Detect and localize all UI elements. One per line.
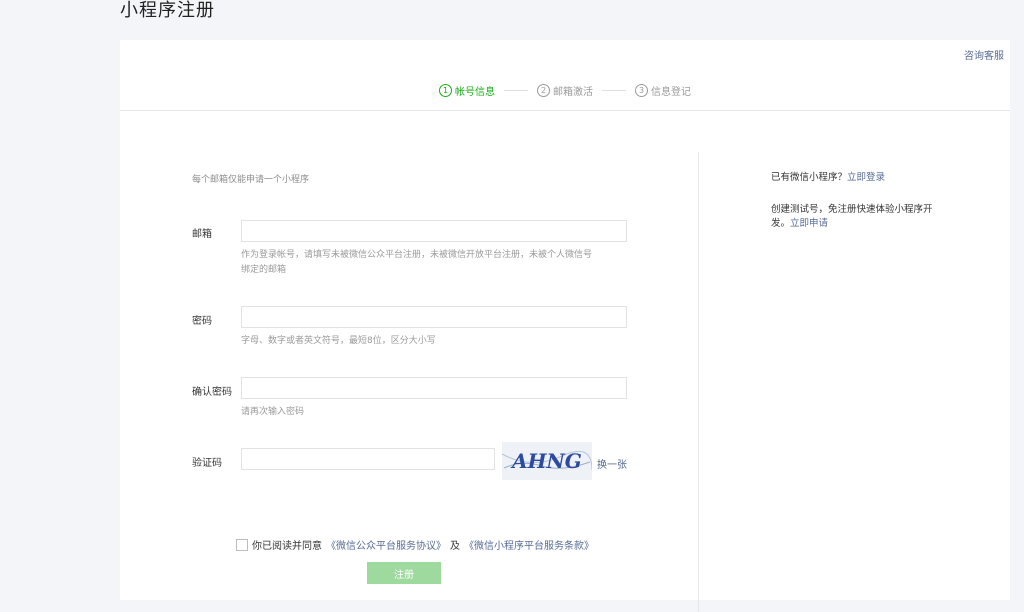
customer-service-link[interactable]: 咨询客服: [964, 47, 1004, 62]
test-account-text: 创建测试号，免注册快速体验小程序开: [771, 204, 933, 215]
captcha-field[interactable]: [241, 448, 495, 470]
step-info-register: 3 信息登记: [635, 83, 691, 98]
existing-app-note: 已有微信小程序？立即登录: [771, 171, 885, 185]
login-link[interactable]: 立即登录: [847, 172, 885, 183]
step-indicator: 1 帐号信息 2 邮箱激活 3 信息登记: [120, 83, 1010, 98]
test-account-text-end: 发。: [771, 218, 791, 229]
register-card: 咨询客服 1 帐号信息 2 邮箱激活 3 信息登记 每个邮箱仅能申请一个小程序 …: [120, 40, 1010, 612]
confirm-password-field[interactable]: [241, 377, 627, 399]
step-email-activation: 2 邮箱激活: [537, 83, 593, 98]
agreement-row: 你已阅读并同意 《微信公众平台服务协议》 及 《微信小程序平台服务条款》: [236, 537, 594, 552]
step-separator: [504, 90, 528, 91]
step-number-3: 3: [635, 84, 648, 97]
service-agreement-link[interactable]: 《微信公众平台服务协议》: [326, 537, 446, 552]
confirm-password-label: 确认密码: [192, 387, 232, 398]
header-divider: [120, 110, 1010, 111]
existing-app-text: 已有微信小程序？: [771, 172, 848, 183]
step-number-2: 2: [537, 84, 550, 97]
step-account-info: 1 帐号信息: [439, 83, 495, 98]
password-label: 密码: [192, 316, 212, 327]
email-label: 邮箱: [192, 229, 212, 240]
step-separator: [602, 90, 626, 91]
agreement-mid: 及: [450, 541, 460, 552]
agreement-checkbox[interactable]: [236, 538, 248, 551]
captcha-text: AHNG: [510, 449, 582, 473]
confirm-password-tip: 请再次输入密码: [241, 407, 305, 417]
form-hint: 每个邮箱仅能申请一个小程序: [192, 175, 310, 185]
register-button[interactable]: 注册: [367, 562, 441, 584]
page-title: 小程序注册: [120, 0, 215, 21]
captcha-label: 验证码: [192, 458, 222, 469]
password-field[interactable]: [241, 306, 627, 328]
miniprogram-terms-link[interactable]: 《微信小程序平台服务条款》: [464, 537, 594, 552]
step-number-1: 1: [439, 84, 452, 97]
email-tip: 作为登录帐号，请填写未被微信公众平台注册，未被微信开放平台注册，未被个人微信号 …: [241, 248, 592, 278]
email-tip-line: 作为登录帐号，请填写未被微信公众平台注册，未被微信开放平台注册，未被个人微信号: [241, 250, 593, 260]
step-label: 帐号信息: [455, 87, 495, 98]
test-account-note: 创建测试号，免注册快速体验小程序开 发。立即申请: [771, 203, 946, 231]
email-field[interactable]: [241, 220, 627, 242]
email-tip-line: 绑定的邮箱: [241, 265, 287, 275]
apply-link[interactable]: 立即申请: [790, 218, 828, 229]
agreement-prefix: 你已阅读并同意: [252, 541, 322, 552]
step-label: 信息登记: [651, 87, 691, 98]
column-divider: [698, 152, 699, 612]
step-label: 邮箱激活: [553, 87, 593, 98]
captcha-refresh-link[interactable]: 换一张: [597, 456, 627, 471]
password-tip: 字母、数字或者英文符号，最短8位，区分大小写: [241, 336, 436, 346]
captcha-image[interactable]: AHNG: [502, 442, 592, 480]
